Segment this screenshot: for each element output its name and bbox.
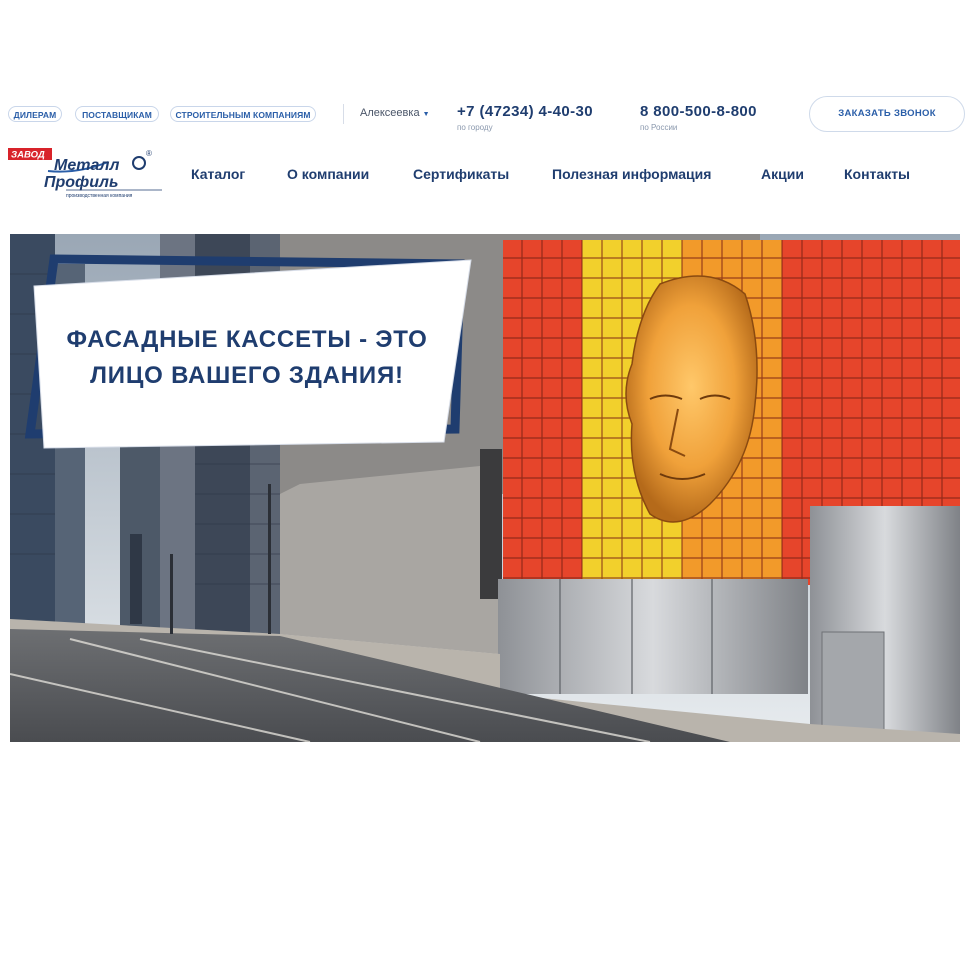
- logo[interactable]: ЗАВОД Металл ® Профиль производственная …: [8, 146, 164, 200]
- logo-line2: Профиль: [44, 174, 118, 191]
- divider: [343, 104, 344, 124]
- phone-city[interactable]: +7 (47234) 4-40-30: [457, 103, 593, 120]
- logo-mark: ®: [146, 149, 152, 158]
- logo-tagline: производственная компания: [66, 193, 133, 199]
- phone-russia[interactable]: 8 800-500-8-800: [640, 103, 757, 120]
- tag-construction-companies[interactable]: СТРОИТЕЛЬНЫМ КОМПАНИЯМ: [170, 106, 316, 122]
- top-bar: ДИЛЕРАМ ПОСТАВЩИКАМ СТРОИТЕЛЬНЫМ КОМПАНИ…: [0, 96, 969, 132]
- nav-contacts[interactable]: Контакты: [844, 166, 910, 182]
- nav-promotions[interactable]: Акции: [761, 166, 804, 182]
- tag-suppliers[interactable]: ПОСТАВЩИКАМ: [75, 106, 159, 122]
- hero-banner[interactable]: ФАСАДНЫЕ КАССЕТЫ - ЭТО ЛИЦО ВАШЕГО ЗДАНИ…: [10, 234, 960, 742]
- hero-image: [10, 234, 960, 742]
- chevron-down-icon: ▼: [422, 111, 430, 118]
- nav-about[interactable]: О компании: [287, 166, 369, 182]
- hero-title: ФАСАДНЫЕ КАССЕТЫ - ЭТО ЛИЦО ВАШЕГО ЗДАНИ…: [42, 322, 452, 394]
- hero-title-line1: ФАСАДНЫЕ КАССЕТЫ - ЭТО: [66, 326, 428, 353]
- hero-title-line2: ЛИЦО ВАШЕГО ЗДАНИЯ!: [90, 362, 404, 389]
- tag-dealers[interactable]: ДИЛЕРАМ: [8, 106, 62, 122]
- city-selector[interactable]: Алексеевка ▼: [360, 107, 430, 119]
- nav-useful-info[interactable]: Полезная информация: [552, 166, 711, 182]
- city-name: Алексеевка: [360, 107, 420, 119]
- phone-city-note: по городу: [457, 123, 493, 132]
- nav-catalog[interactable]: Каталог: [191, 166, 245, 182]
- callback-button[interactable]: ЗАКАЗАТЬ ЗВОНОК: [809, 96, 965, 132]
- logo-badge: ЗАВОД: [11, 150, 45, 161]
- phone-russia-note: по России: [640, 123, 678, 132]
- logo-line1: Металл: [54, 157, 120, 174]
- logo-graphic: ЗАВОД Металл ® Профиль производственная …: [8, 148, 162, 199]
- nav-certificates[interactable]: Сертификаты: [413, 166, 509, 182]
